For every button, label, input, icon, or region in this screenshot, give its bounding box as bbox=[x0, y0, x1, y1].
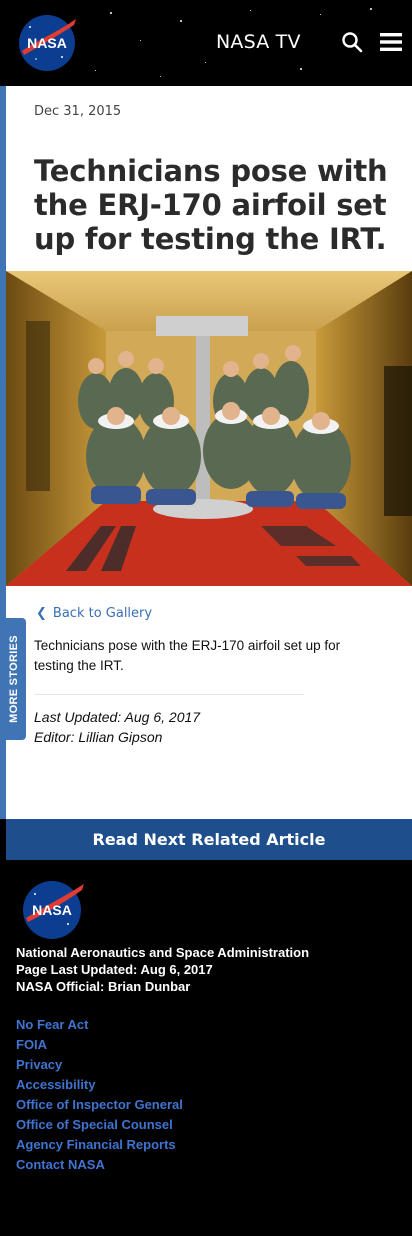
footer-link-privacy[interactable]: Privacy bbox=[16, 1055, 183, 1075]
star-decoration bbox=[300, 68, 302, 70]
nasa-logo[interactable]: NASA bbox=[20, 878, 86, 940]
search-icon[interactable] bbox=[340, 30, 364, 54]
star-decoration bbox=[95, 70, 96, 71]
star-decoration bbox=[160, 76, 161, 77]
footer-link-no-fear-act[interactable]: No Fear Act bbox=[16, 1015, 183, 1035]
chevron-left-icon: ❮ bbox=[36, 606, 47, 621]
last-updated: Last Updated: Aug 6, 2017 bbox=[34, 709, 201, 725]
page-last-updated: Page Last Updated: Aug 6, 2017 bbox=[16, 962, 213, 977]
photo-caption: Technicians pose with the ERJ-170 airfoi… bbox=[34, 638, 341, 673]
more-stories-label: MORE STORIES bbox=[8, 635, 20, 723]
star-decoration bbox=[180, 20, 182, 22]
footer-links: No Fear Act FOIA Privacy Accessibility O… bbox=[16, 1015, 183, 1175]
star-decoration bbox=[320, 14, 321, 15]
back-to-gallery-label: Back to Gallery bbox=[52, 606, 153, 621]
more-stories-tab[interactable]: MORE STORIES bbox=[2, 618, 26, 740]
footer-link-financial-reports[interactable]: Agency Financial Reports bbox=[16, 1135, 183, 1155]
editor: Editor: Lillian Gipson bbox=[34, 729, 163, 745]
footer-link-special-counsel[interactable]: Office of Special Counsel bbox=[16, 1115, 183, 1135]
nasa-logo[interactable]: NASA bbox=[16, 13, 78, 73]
footer-link-inspector-general[interactable]: Office of Inspector General bbox=[16, 1095, 183, 1115]
star-decoration bbox=[140, 40, 141, 41]
star-decoration bbox=[205, 62, 206, 63]
article-meta: Last Updated: Aug 6, 2017 Editor: Lillia… bbox=[34, 707, 200, 747]
footer-link-contact-nasa[interactable]: Contact NASA bbox=[16, 1155, 183, 1175]
divider bbox=[34, 694, 304, 695]
agency-name: National Aeronautics and Space Administr… bbox=[16, 945, 310, 960]
article-photo[interactable] bbox=[6, 271, 412, 586]
star-decoration bbox=[110, 12, 112, 14]
article-title: Technicians pose with the ERJ-170 airfoi… bbox=[34, 154, 388, 256]
footer-link-accessibility[interactable]: Accessibility bbox=[16, 1075, 183, 1095]
read-next-related-article-button[interactable]: Read Next Related Article bbox=[6, 819, 412, 860]
top-navigation-bar: NASA NASA TV bbox=[0, 0, 412, 86]
article-date: Dec 31, 2015 bbox=[34, 104, 122, 119]
star-decoration bbox=[370, 8, 372, 10]
svg-text:NASA: NASA bbox=[27, 35, 67, 51]
nasa-tv-link[interactable]: NASA TV bbox=[216, 31, 301, 53]
footer-agency-info: National Aeronautics and Space Administr… bbox=[16, 944, 309, 995]
back-to-gallery-link[interactable]: ❮ Back to Gallery bbox=[36, 606, 152, 621]
star-decoration bbox=[250, 10, 251, 11]
footer-link-foia[interactable]: FOIA bbox=[16, 1035, 183, 1055]
nasa-official: NASA Official: Brian Dunbar bbox=[16, 979, 191, 994]
menu-icon[interactable] bbox=[380, 33, 402, 51]
svg-text:NASA: NASA bbox=[32, 902, 72, 918]
